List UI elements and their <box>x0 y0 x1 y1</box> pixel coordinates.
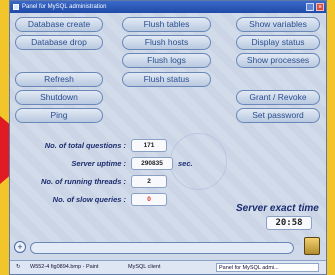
server-exact-time-label: Server exact time <box>236 203 319 214</box>
server-uptime-unit: sec. <box>178 159 193 168</box>
flush-logs-button[interactable]: Flush logs <box>122 53 211 68</box>
refresh-button[interactable]: Refresh <box>15 72 103 87</box>
display-status-button[interactable]: Display status <box>236 35 320 50</box>
folder-icon[interactable] <box>304 237 320 255</box>
server-uptime-value: 290835 <box>131 157 173 170</box>
app-icon <box>13 4 19 10</box>
server-uptime-label: Server uptime : <box>71 159 126 168</box>
set-password-button[interactable]: Set password <box>236 108 320 123</box>
window-title: Panel for MySQL administration <box>22 4 107 10</box>
close-button[interactable]: × <box>316 3 324 11</box>
server-exact-time-value: 20:58 <box>266 216 312 230</box>
window-titlebar[interactable]: Panel for MySQL administration _ × <box>10 1 326 13</box>
taskbar-item-panel[interactable]: Panel for MySQL admi... <box>216 263 319 272</box>
show-processes-button[interactable]: Show processes <box>236 53 320 68</box>
total-questions-value: 171 <box>131 139 167 152</box>
slow-queries-value: 0 <box>131 193 167 206</box>
start-icon[interactable]: ↻ <box>14 263 23 272</box>
flush-tables-button[interactable]: Flush tables <box>122 17 211 32</box>
taskbar-item-mysql-client[interactable]: MySQL client <box>126 263 218 272</box>
taskbar-item-paint[interactable]: W552-4 fig0894.bmp - Paint <box>28 263 127 272</box>
grant-revoke-button[interactable]: Grant / Revoke <box>236 90 320 105</box>
slow-queries-label: No. of slow queries : <box>52 195 126 204</box>
mysql-admin-window: Panel for MySQL administration _ × Datab… <box>9 0 327 275</box>
flush-hosts-button[interactable]: Flush hosts <box>122 35 211 50</box>
show-variables-button[interactable]: Show variables <box>236 17 320 32</box>
shutdown-button[interactable]: Shutdown <box>15 90 103 105</box>
minimize-button[interactable]: _ <box>306 3 314 11</box>
ping-button[interactable]: Ping <box>15 108 103 123</box>
running-threads-value: 2 <box>131 175 167 188</box>
database-create-button[interactable]: Database create <box>15 17 103 32</box>
database-drop-button[interactable]: Database drop <box>15 35 103 50</box>
client-area: Database create Database drop Refresh Sh… <box>10 13 326 255</box>
scroll-plus-button[interactable]: + <box>14 241 26 253</box>
taskbar: ↻ W552-4 fig0894.bmp - Paint MySQL clien… <box>10 260 326 274</box>
horizontal-scrollbar[interactable] <box>30 242 294 254</box>
running-threads-label: No. of running threads : <box>41 177 126 186</box>
flush-status-button[interactable]: Flush status <box>122 72 211 87</box>
total-questions-label: No. of total questions : <box>44 141 126 150</box>
